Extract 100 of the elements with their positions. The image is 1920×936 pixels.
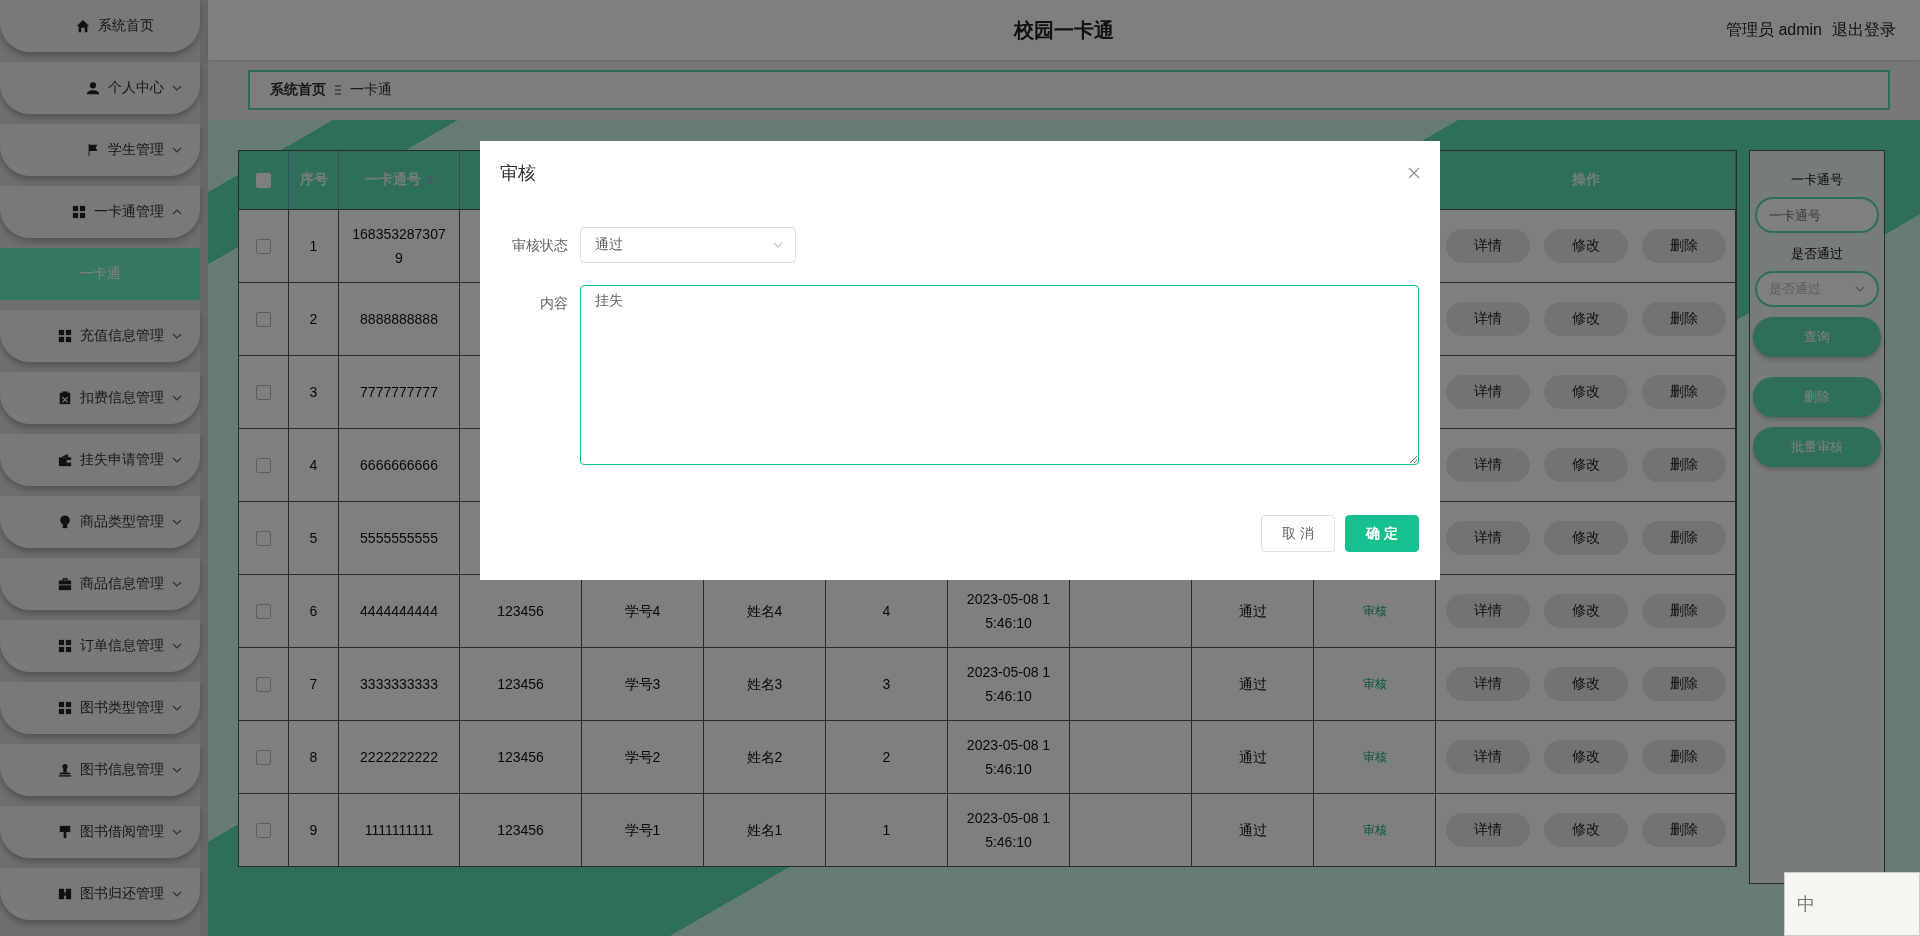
row-checkbox[interactable] xyxy=(256,676,271,692)
action-button[interactable]: 删除 xyxy=(1641,740,1726,774)
breadcrumb-item[interactable]: 系统首页 xyxy=(270,81,326,99)
row-checkbox[interactable] xyxy=(256,311,271,327)
audit-link[interactable]: 审核 xyxy=(1362,745,1387,769)
row-checkbox[interactable] xyxy=(256,603,271,619)
action-button[interactable]: 删除 xyxy=(1641,375,1726,409)
table-cell: 7 xyxy=(289,647,339,720)
action-button[interactable]: 修改 xyxy=(1543,740,1628,774)
app-title: 校园一卡通 xyxy=(1014,17,1114,43)
table-cell: 5 xyxy=(289,501,339,574)
status-select[interactable]: 通过 xyxy=(580,227,796,263)
close-icon[interactable] xyxy=(1408,167,1420,179)
sidebar-item[interactable]: 挂失申请管理 xyxy=(0,434,200,486)
action-button[interactable]: 修改 xyxy=(1543,302,1628,336)
table-cell: 3333333333 xyxy=(339,647,460,720)
sidebar-item[interactable]: 学生管理 xyxy=(0,124,200,176)
action-button[interactable]: 详情 xyxy=(1445,229,1530,263)
table-cell: 1 xyxy=(826,793,948,866)
action-button[interactable]: 详情 xyxy=(1445,521,1530,555)
action-button[interactable]: 删除 xyxy=(1641,521,1726,555)
action-button[interactable]: 详情 xyxy=(1445,813,1530,847)
action-button[interactable]: 详情 xyxy=(1445,302,1530,336)
action-button[interactable]: 修改 xyxy=(1543,813,1628,847)
action-button[interactable]: 删除 xyxy=(1641,594,1726,628)
table-cell: 姓名1 xyxy=(704,793,826,866)
row-checkbox[interactable] xyxy=(256,457,271,473)
table-cell: 2023-05-08 15:46:10 xyxy=(948,793,1070,866)
action-button[interactable]: 详情 xyxy=(1445,375,1530,409)
table-cell: 1111111111 xyxy=(339,793,460,866)
flag-icon xyxy=(86,143,100,157)
sidebar-item[interactable]: 图书类型管理 xyxy=(0,682,200,734)
audit-link[interactable]: 审核 xyxy=(1362,599,1387,623)
stamp-icon xyxy=(58,763,72,777)
sidebar-item[interactable]: 扣费信息管理 xyxy=(0,372,200,424)
chevron-icon xyxy=(172,147,182,153)
action-button[interactable]: 删除 xyxy=(1641,813,1726,847)
action-button[interactable]: 删除 xyxy=(1641,448,1726,482)
sidebar-item[interactable]: 系统首页 xyxy=(0,0,200,52)
action-button[interactable]: 详情 xyxy=(1445,667,1530,701)
action-button[interactable]: 修改 xyxy=(1543,448,1628,482)
action-button[interactable]: 修改 xyxy=(1543,667,1628,701)
table-cell: 7777777777 xyxy=(339,355,460,428)
row-checkbox[interactable] xyxy=(256,530,271,546)
sidebar-item[interactable]: 商品信息管理 xyxy=(0,558,200,610)
action-button[interactable]: 修改 xyxy=(1543,594,1628,628)
audit-link[interactable]: 审核 xyxy=(1362,818,1387,842)
table-cell: 通过 xyxy=(1192,647,1314,720)
sidebar-item[interactable]: 图书借阅管理 xyxy=(0,806,200,858)
sidebar-item[interactable]: 图书归还管理 xyxy=(0,868,200,920)
sidebar-item[interactable]: 个人中心 xyxy=(0,62,200,114)
table-cell: 3 xyxy=(826,647,948,720)
ime-toolbar[interactable]: 中 xyxy=(1784,872,1920,936)
breadcrumb-item: 一卡通 xyxy=(350,81,392,99)
chevron-icon xyxy=(172,457,182,463)
action-button[interactable]: 详情 xyxy=(1445,448,1530,482)
briefcase-icon xyxy=(58,577,72,591)
sidebar-item[interactable]: 商品类型管理 xyxy=(0,496,200,548)
chevron-icon xyxy=(172,581,182,587)
table-cell: 学号2 xyxy=(582,720,704,793)
user-label: 管理员 admin xyxy=(1725,20,1822,40)
column-header: 序号 xyxy=(289,151,339,209)
action-button[interactable]: 详情 xyxy=(1445,740,1530,774)
action-button[interactable]: 详情 xyxy=(1445,594,1530,628)
table-cell: 2023-05-08 15:46:10 xyxy=(948,647,1070,720)
action-button[interactable]: 删除 xyxy=(1641,667,1726,701)
table-cell: 3 xyxy=(289,355,339,428)
action-button[interactable]: 删除 xyxy=(1641,229,1726,263)
row-checkbox[interactable] xyxy=(256,822,271,838)
row-checkbox[interactable] xyxy=(256,749,271,765)
table-cell: 学号3 xyxy=(582,647,704,720)
sort-icon[interactable] xyxy=(427,175,433,185)
table-cell: 5555555555 xyxy=(339,501,460,574)
cancel-button[interactable]: 取 消 xyxy=(1261,515,1335,552)
table-cell: 1683532873079 xyxy=(339,209,460,282)
book-icon xyxy=(58,887,72,901)
content-field[interactable]: 挂失 xyxy=(580,285,1419,465)
logout-link[interactable]: 退出登录 xyxy=(1832,20,1896,41)
row-checkbox[interactable] xyxy=(256,384,271,400)
table-cell: 2 xyxy=(289,282,339,355)
grid-icon xyxy=(58,639,72,653)
table-cell: 8888888888 xyxy=(339,282,460,355)
chevron-icon xyxy=(172,333,182,339)
sidebar-item[interactable]: 图书信息管理 xyxy=(0,744,200,796)
action-button[interactable]: 修改 xyxy=(1543,229,1628,263)
action-button[interactable]: 修改 xyxy=(1543,521,1628,555)
chevron-icon xyxy=(172,767,182,773)
audit-link[interactable]: 审核 xyxy=(1362,672,1387,696)
table-cell: 2 xyxy=(826,720,948,793)
table-cell: 9 xyxy=(289,793,339,866)
sidebar-item[interactable]: 订单信息管理 xyxy=(0,620,200,672)
sidebar-item[interactable]: 充值信息管理 xyxy=(0,310,200,362)
action-button[interactable]: 修改 xyxy=(1543,375,1628,409)
sidebar-item[interactable]: 一卡通管理 xyxy=(0,186,200,238)
row-checkbox[interactable] xyxy=(256,238,271,254)
select-all-checkbox[interactable] xyxy=(256,172,271,188)
confirm-button[interactable]: 确 定 xyxy=(1345,515,1419,552)
chevron-icon xyxy=(172,829,182,835)
action-button[interactable]: 删除 xyxy=(1641,302,1726,336)
table-cell: 6666666666 xyxy=(339,428,460,501)
